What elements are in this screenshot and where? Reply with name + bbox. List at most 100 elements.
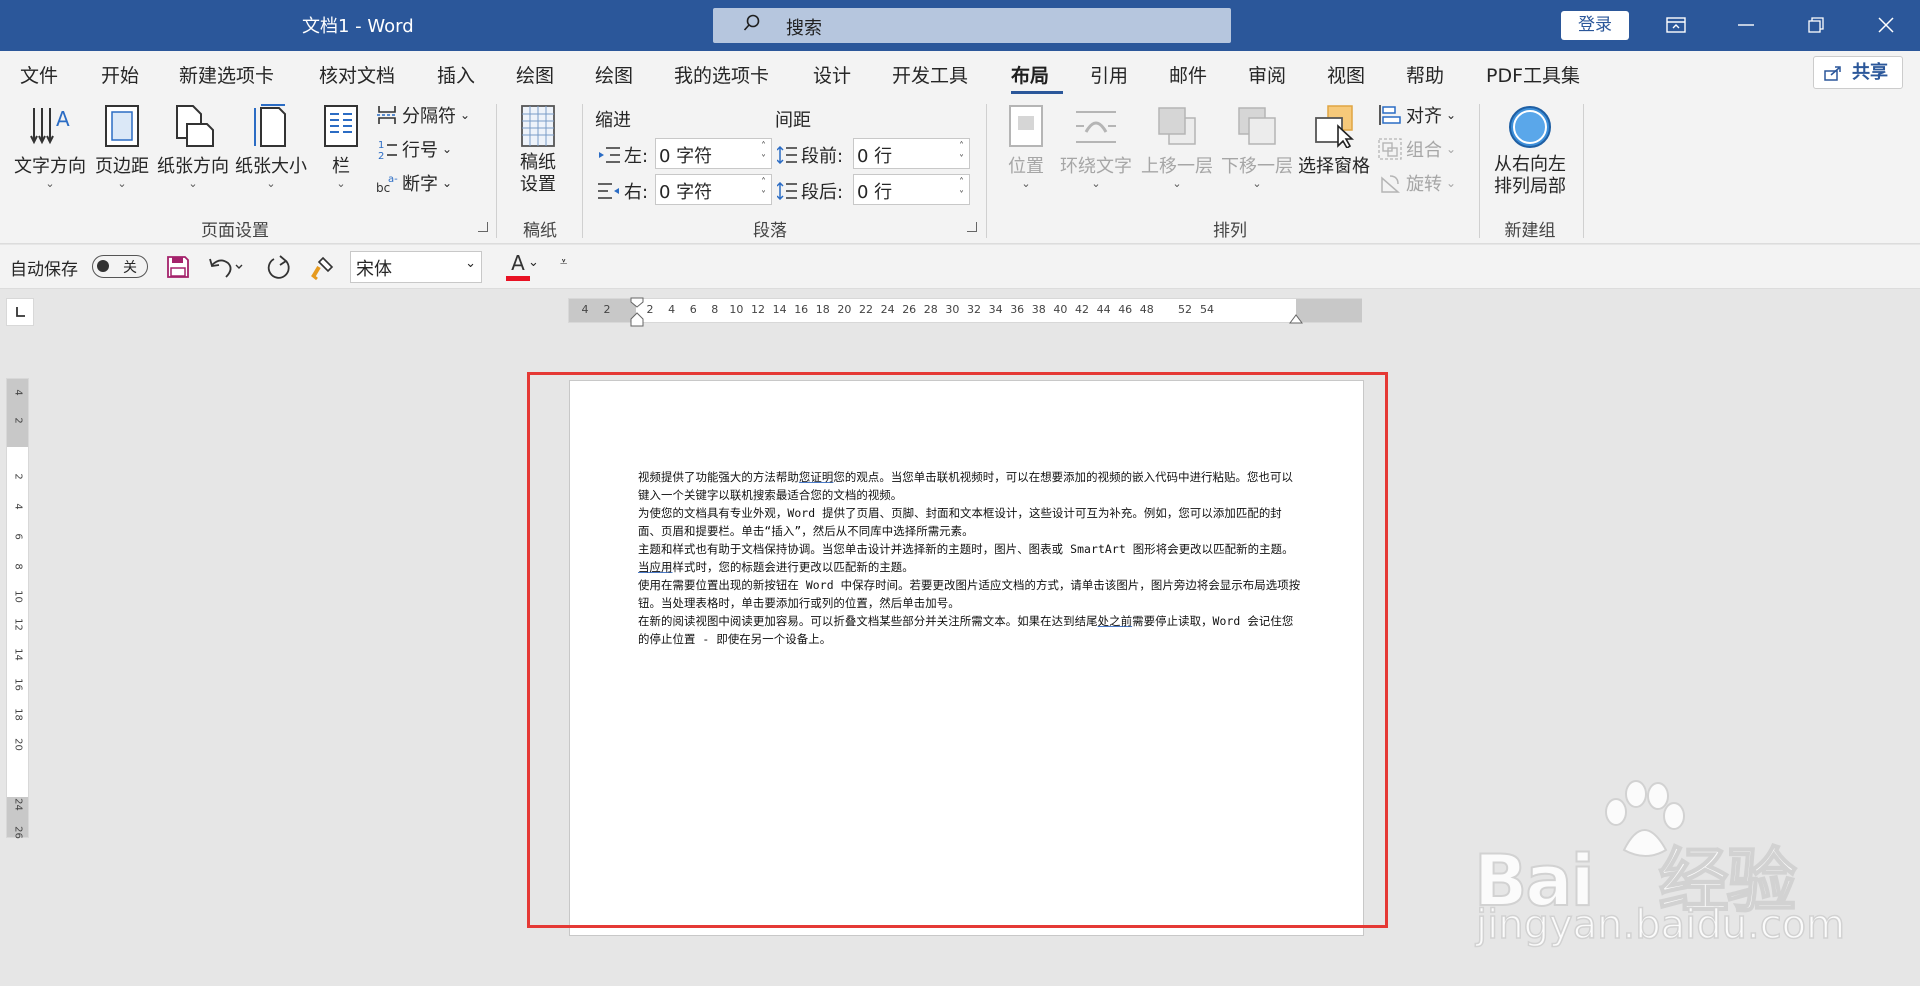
ruler-number: 14 (12, 648, 24, 661)
close-icon[interactable] (1866, 8, 1906, 42)
tab-draw-2[interactable]: 绘图 (595, 61, 633, 88)
manuscript-icon (521, 105, 555, 147)
minimize-icon[interactable] (1726, 8, 1766, 42)
right-indent-marker-icon[interactable] (1289, 313, 1303, 325)
indent-marker-icon[interactable] (630, 297, 644, 327)
save-icon[interactable] (166, 255, 190, 283)
tab-check-document[interactable]: 核对文档 (319, 61, 395, 88)
tab-new-tab[interactable]: 新建选项卡 (179, 61, 274, 88)
tab-view[interactable]: 视图 (1327, 61, 1365, 88)
vertical-ruler[interactable]: 4 2 2 4 6 8 10 12 14 16 18 20 24 26 (6, 378, 29, 839)
share-button[interactable]: 共享 (1813, 56, 1903, 89)
ruler-number: 26 (12, 826, 24, 839)
spacing-before-input[interactable]: 0 行 ˄ ˅ (853, 138, 970, 169)
tab-pdf-tools[interactable]: PDF工具集 (1486, 61, 1580, 88)
ruler-number: 4 (12, 389, 24, 396)
ruler-number: 18 (815, 303, 830, 316)
ruler-number: 4 (668, 303, 676, 316)
orientation-button[interactable]: 纸张方向 ⌄ (157, 104, 229, 190)
tab-my-tab[interactable]: 我的选项卡 (674, 61, 769, 88)
redo-icon[interactable] (266, 255, 292, 285)
baidu-watermark: Bai 经验 jingyan.baidu.com (1473, 780, 1846, 950)
ruler-number: 10 (12, 590, 24, 603)
selection-pane-button[interactable]: 选择窗格 (1298, 104, 1370, 178)
format-painter-icon[interactable] (309, 255, 335, 285)
spacing-after-input[interactable]: 0 行 ˄ ˅ (853, 174, 970, 205)
tab-mailings[interactable]: 邮件 (1169, 61, 1207, 88)
wrap-text-button[interactable]: 环绕文字 ⌄ (1060, 104, 1132, 190)
highlight-frame (527, 372, 1388, 928)
ruler-number: 12 (12, 618, 24, 631)
group-label-manuscript: 稿纸 (523, 221, 557, 241)
tab-draw-1[interactable]: 绘图 (516, 61, 554, 88)
svg-text:a-: a- (388, 174, 398, 185)
ruler-number: 42 (1075, 303, 1089, 316)
indent-right-input[interactable]: 0 字符 ˄ ˅ (655, 174, 772, 205)
columns-button[interactable]: 栏 ⌄ (323, 104, 359, 190)
ruler-number: 28 (923, 303, 938, 316)
paper-size-button[interactable]: 纸张大小 ⌄ (235, 104, 307, 190)
ruler-number: 10 (729, 303, 744, 316)
ruler-number: 6 (689, 303, 697, 316)
ruler-number: 12 (751, 303, 765, 316)
send-backward-button[interactable]: 下移一层 ⌄ (1221, 104, 1293, 190)
rotate-icon (1381, 175, 1400, 193)
ruler-number: 18 (12, 708, 24, 721)
ruler-number: 6 (12, 533, 24, 540)
ruler-number: 20 (12, 738, 24, 751)
restore-icon[interactable] (1796, 8, 1836, 42)
toggle-knob (97, 260, 109, 272)
customize-qat-icon[interactable]: ⩡ (560, 255, 567, 270)
page-setup-launcher-icon[interactable] (478, 222, 488, 232)
text-direction-button[interactable]: A 文字方向 ⌄ (14, 104, 86, 190)
ruler-number: 54 (1200, 303, 1214, 316)
group-separator (986, 104, 987, 238)
rotate-button[interactable]: 旋转 ⌄ (1378, 170, 1456, 196)
group-separator (1583, 104, 1584, 238)
login-button[interactable]: 登录 (1561, 11, 1629, 40)
tab-design[interactable]: 设计 (813, 61, 851, 88)
tab-file[interactable]: 文件 (20, 61, 58, 88)
quick-access-toolbar: 自动保存 关 宋体 ⌄ A ⌄ ⩡ (0, 245, 1920, 289)
group-objects-button[interactable]: 组合 ⌄ (1378, 136, 1456, 162)
autosave-toggle[interactable]: 关 (92, 255, 148, 278)
bring-forward-button[interactable]: 上移一层 ⌄ (1141, 104, 1213, 190)
margins-button[interactable]: 页边距 ⌄ (95, 104, 149, 190)
tab-help[interactable]: 帮助 (1406, 61, 1444, 88)
tab-references[interactable]: 引用 (1090, 61, 1128, 88)
tab-stop-selector-icon[interactable] (6, 298, 34, 326)
orientation-icon (176, 105, 214, 147)
ruler-number: 4 (12, 503, 24, 510)
ribbon-display-options-icon[interactable] (1656, 8, 1696, 42)
indent-right-icon (598, 183, 619, 199)
window-title: 文档1 - Word (302, 16, 414, 37)
ruler-number: 20 (837, 303, 852, 316)
tab-insert[interactable]: 插入 (437, 61, 475, 88)
indent-right-label: 右: (598, 178, 648, 204)
tab-developer[interactable]: 开发工具 (892, 61, 968, 88)
ruler-number: 26 (902, 303, 917, 316)
share-icon (1824, 66, 1841, 81)
font-color-chevron-icon[interactable]: ⌄ (528, 255, 539, 270)
ruler-number: 22 (859, 303, 873, 316)
align-button[interactable]: 对齐 ⌄ (1378, 102, 1456, 128)
manuscript-settings-button[interactable]: 稿纸 设置 (518, 104, 558, 196)
position-button[interactable]: 位置 ⌄ (1006, 104, 1046, 190)
tab-home[interactable]: 开始 (101, 61, 139, 88)
ruler-right-margin (1296, 299, 1362, 322)
breaks-button[interactable]: 分隔符 ⌄ (376, 102, 470, 128)
tab-layout[interactable]: 布局 (1011, 61, 1049, 88)
ruler-number: 30 (945, 303, 960, 316)
hyphenation-button[interactable]: bc a- 断字 ⌄ (376, 170, 452, 196)
rtl-arrange-button[interactable]: 从右向左 排列局部 (1494, 104, 1566, 198)
indent-left-input[interactable]: 0 字符 ˄ ˅ (655, 138, 772, 169)
paragraph-launcher-icon[interactable] (967, 222, 977, 232)
svg-text:2: 2 (378, 151, 384, 160)
horizontal-ruler[interactable]: 4 2 2 4 6 8 10 12 14 16 18 20 22 24 26 28 30 32 34 36 38 40 42… (568, 297, 1362, 327)
line-numbers-button[interactable]: 12 行号 ⌄ (376, 136, 452, 162)
search-box[interactable]: 搜索 (713, 8, 1231, 43)
tab-review[interactable]: 审阅 (1248, 61, 1286, 88)
font-name-select[interactable]: 宋体 ⌄ (350, 251, 482, 283)
autosave-label: 自动保存 (10, 260, 78, 280)
undo-icon[interactable] (208, 255, 244, 283)
